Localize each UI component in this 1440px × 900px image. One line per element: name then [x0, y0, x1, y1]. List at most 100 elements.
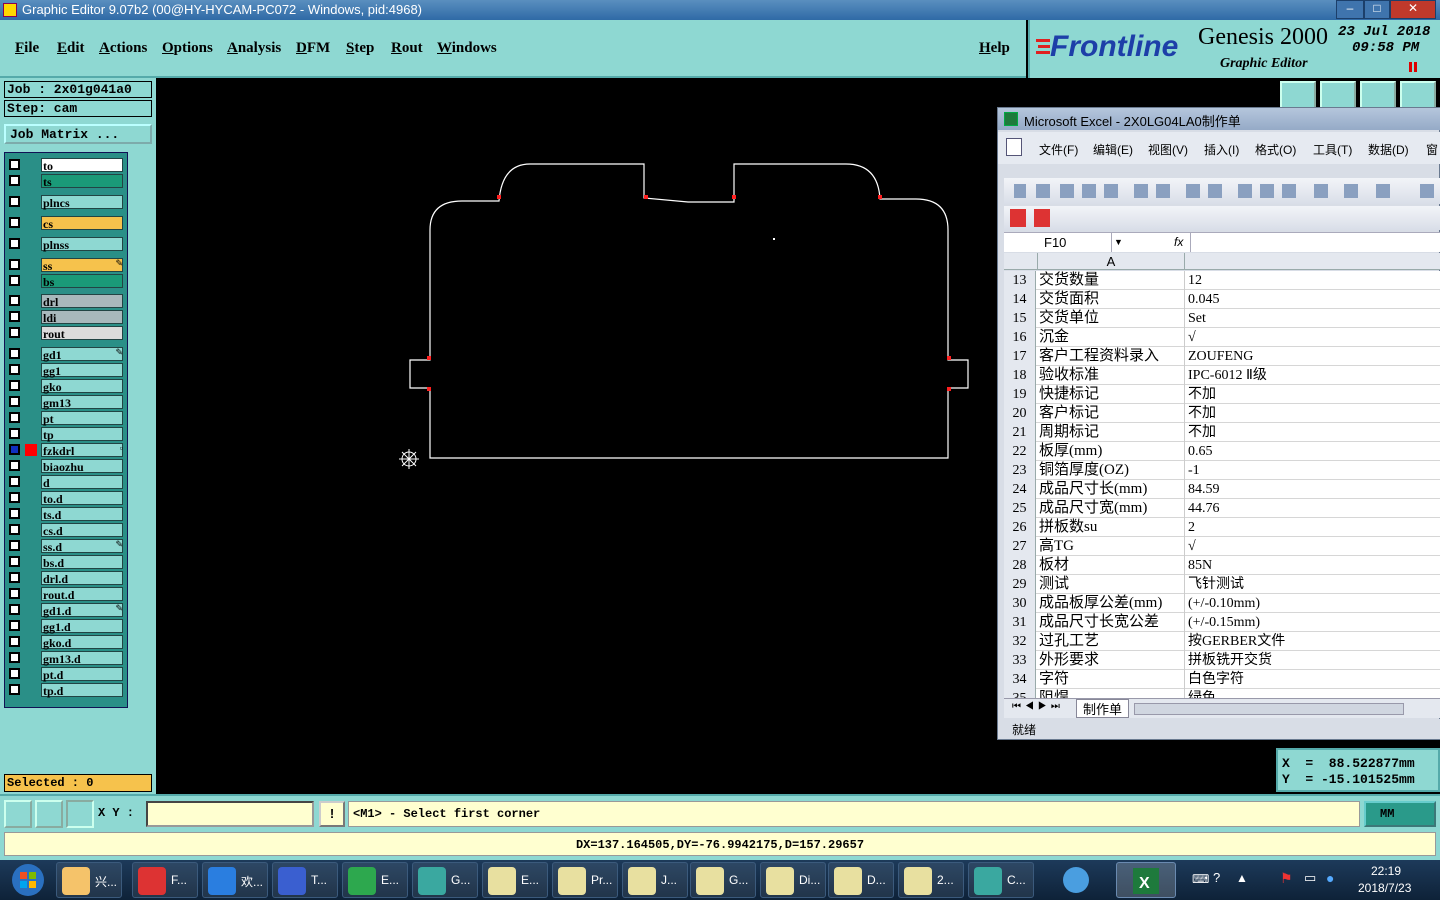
layer-name[interactable]: gd1: [41, 347, 123, 362]
taskbar-button[interactable]: 2...: [898, 862, 964, 898]
table-row[interactable]: 18 验收标准 IPC-6012 Ⅱ级: [1004, 366, 1440, 385]
table-row[interactable]: 23 铜箔厚度(OZ) -1: [1004, 461, 1440, 480]
row-number[interactable]: 16: [1004, 328, 1036, 347]
table-row[interactable]: 27 高TG √: [1004, 537, 1440, 556]
layer-row[interactable]: gg1: [5, 362, 127, 378]
snap-icon[interactable]: [4, 800, 32, 828]
layer-name[interactable]: to.d: [41, 491, 123, 506]
excel-menu-data[interactable]: 数据(D): [1368, 141, 1409, 158]
taskbar-app-bird[interactable]: [1050, 862, 1102, 898]
cell-b[interactable]: 拼板铣开交货: [1186, 651, 1436, 670]
table-row[interactable]: 34 字符 白色字符: [1004, 670, 1440, 689]
layer-checkbox[interactable]: [9, 636, 20, 647]
menu-analysis[interactable]: Analysis: [227, 40, 281, 57]
layer-row[interactable]: plnss: [5, 236, 127, 252]
layer-row[interactable]: cs.d: [5, 522, 127, 538]
layer-name[interactable]: d: [41, 475, 123, 490]
cell-a[interactable]: 成品尺寸长宽公差: [1037, 613, 1185, 632]
cell-a[interactable]: 铜箔厚度(OZ): [1037, 461, 1185, 480]
layer-name[interactable]: plncs: [41, 195, 123, 210]
excel-menu-format[interactable]: 格式(O): [1255, 141, 1296, 158]
excel-menu-edit[interactable]: 编辑(E): [1093, 141, 1133, 158]
cell-a[interactable]: 交货数量: [1037, 271, 1185, 290]
close-button[interactable]: ✕: [1390, 0, 1436, 19]
layer-name[interactable]: gko.d: [41, 635, 123, 650]
layer-row[interactable]: bs: [5, 273, 127, 289]
row-number[interactable]: 19: [1004, 385, 1036, 404]
tray-arrow-icon[interactable]: ▲: [1236, 871, 1248, 885]
table-row[interactable]: 19 快捷标记 不加: [1004, 385, 1440, 404]
cell-a[interactable]: 成品尺寸宽(mm): [1037, 499, 1185, 518]
pdf-options-icon[interactable]: [1034, 209, 1050, 227]
sheet-tab-active[interactable]: 制作单: [1076, 699, 1130, 718]
layer-name[interactable]: bs.d: [41, 555, 123, 570]
layer-checkbox[interactable]: [9, 348, 20, 359]
table-row[interactable]: 35阻焊绿色: [1004, 689, 1440, 698]
table-row[interactable]: 16 沉金 √: [1004, 328, 1440, 347]
layer-checkbox[interactable]: [9, 652, 20, 663]
layer-name[interactable]: gm13: [41, 395, 123, 410]
layer-checkbox[interactable]: [9, 476, 20, 487]
layer-name[interactable]: tp.d: [41, 683, 123, 698]
name-box[interactable]: F10: [1004, 233, 1112, 252]
cell-a[interactable]: 外形要求: [1037, 651, 1185, 670]
table-row[interactable]: 15 交货单位 Set: [1004, 309, 1440, 328]
cell-b[interactable]: 绿色: [1186, 689, 1436, 698]
column-a-header[interactable]: A: [1037, 253, 1185, 270]
clock-time[interactable]: 22:19: [1371, 864, 1401, 878]
cell-a[interactable]: 验收标准: [1037, 366, 1185, 385]
row-number[interactable]: 15: [1004, 309, 1036, 328]
table-row[interactable]: 17 客户工程资料录入 ZOUFENG: [1004, 347, 1440, 366]
layer-checkbox[interactable]: [9, 588, 20, 599]
layer-row[interactable]: ts: [5, 173, 127, 189]
menu-step[interactable]: Step: [346, 40, 374, 57]
table-row[interactable]: 32 过孔工艺 按GERBER文件: [1004, 632, 1440, 651]
excel-grid[interactable]: 13 交货数量 12 14 交货面积 0.045 15 交货单位 Set 16 沉金 √ 17 客户工程资…: [1004, 271, 1440, 698]
table-row[interactable]: 21 周期标记 不加: [1004, 423, 1440, 442]
cell-b[interactable]: ZOUFENG: [1186, 347, 1436, 366]
layer-name[interactable]: to: [41, 158, 123, 173]
menu-actions[interactable]: Actions: [99, 40, 147, 57]
row-number[interactable]: 32: [1004, 632, 1036, 651]
unit-selector[interactable]: MM: [1364, 801, 1436, 827]
taskbar-button[interactable]: J...: [622, 862, 688, 898]
excel-menu-tools[interactable]: 工具(T): [1313, 141, 1352, 158]
layer-checkbox[interactable]: [9, 175, 20, 186]
taskbar-button[interactable]: Pr...: [552, 862, 618, 898]
cell-b[interactable]: 84.59: [1186, 480, 1436, 499]
cell-a[interactable]: 客户标记: [1037, 404, 1185, 423]
layer-row[interactable]: ss.d ✎: [5, 538, 127, 554]
table-row[interactable]: 13 交货数量 12: [1004, 271, 1440, 290]
restore-button[interactable]: □: [1364, 0, 1390, 19]
cell-a[interactable]: 板厚(mm): [1037, 442, 1185, 461]
taskbar-button[interactable]: D...: [828, 862, 894, 898]
row-number[interactable]: 24: [1004, 480, 1036, 499]
layer-name[interactable]: gg1.d: [41, 619, 123, 634]
table-row[interactable]: 30 成品板厚公差(mm) (+/-0.10mm): [1004, 594, 1440, 613]
measure-icon[interactable]: [35, 800, 63, 828]
cell-b[interactable]: 白色字符: [1186, 670, 1436, 689]
layer-name[interactable]: plnss: [41, 237, 123, 252]
layer-color-swatch[interactable]: [25, 444, 37, 456]
cell-b[interactable]: 0.65: [1186, 442, 1436, 461]
cell-a[interactable]: 快捷标记: [1037, 385, 1185, 404]
cell-a[interactable]: 客户工程资料录入: [1037, 347, 1185, 366]
layer-row[interactable]: pt: [5, 410, 127, 426]
cell-b[interactable]: 不加: [1186, 404, 1436, 423]
cell-a[interactable]: 测试: [1037, 575, 1185, 594]
layer-checkbox[interactable]: [9, 311, 20, 322]
menu-windows[interactable]: Windows: [437, 40, 497, 57]
layer-row[interactable]: gd1 ✎: [5, 346, 127, 362]
layer-checkbox[interactable]: [9, 159, 20, 170]
layer-row[interactable]: gko: [5, 378, 127, 394]
layer-row[interactable]: gg1.d: [5, 618, 127, 634]
layer-row[interactable]: plncs: [5, 194, 127, 210]
layer-row[interactable]: ss ✎: [5, 257, 127, 273]
minimize-button[interactable]: –: [1336, 0, 1364, 19]
layer-checkbox[interactable]: [9, 524, 20, 535]
layer-checkbox[interactable]: [9, 428, 20, 439]
layer-name[interactable]: rout.d: [41, 587, 123, 602]
layer-row[interactable]: fzkdrl ▫: [5, 442, 127, 458]
layer-row[interactable]: tp: [5, 426, 127, 442]
table-row[interactable]: 26 拼板数su 2: [1004, 518, 1440, 537]
